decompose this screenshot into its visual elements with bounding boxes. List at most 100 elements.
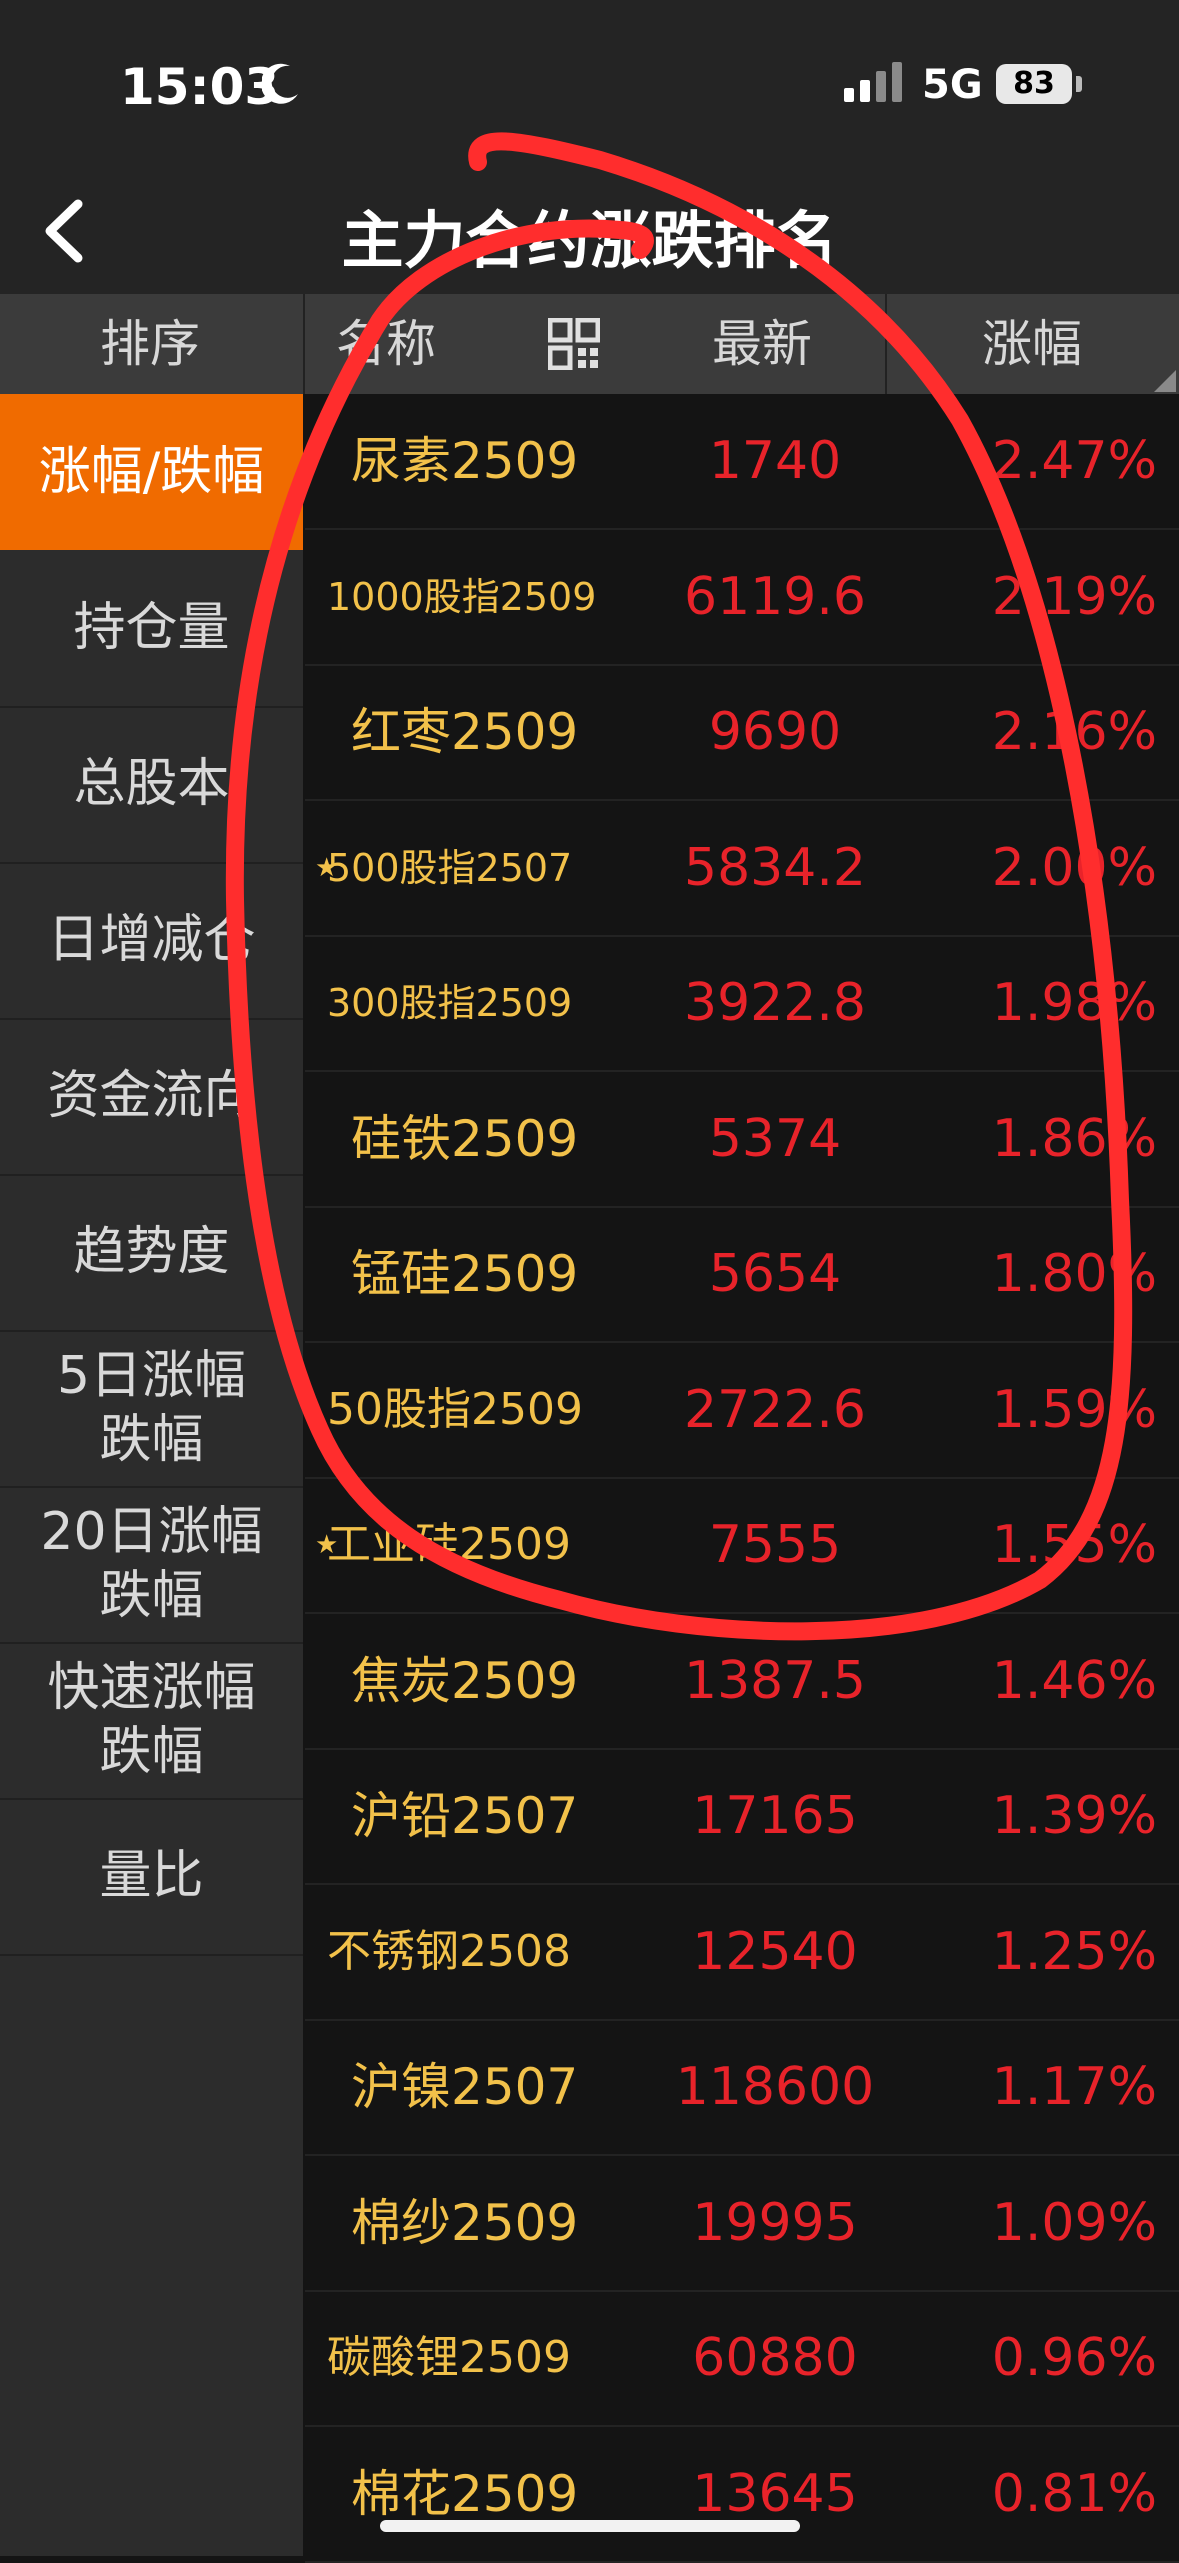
table-row[interactable]: 硅铁2509 5374 1.86% xyxy=(305,1072,1179,1208)
sidebar-item-label: 涨幅/跌幅 xyxy=(38,442,265,502)
sidebar-item-label: 20日涨幅 跌幅 xyxy=(40,1502,263,1626)
change-percent: 2.47% xyxy=(991,431,1157,491)
contract-name: 棉纱2509 xyxy=(351,2193,579,2252)
sidebar-item[interactable]: 持仓量 xyxy=(0,550,303,708)
change-percent: 1.17% xyxy=(991,2057,1157,2117)
change-percent: 1.39% xyxy=(991,1786,1157,1846)
change-percent: 1.09% xyxy=(991,2192,1157,2253)
change-percent: 2.16% xyxy=(991,702,1157,762)
table-row[interactable]: 尿素2509 1740 2.47% xyxy=(305,394,1179,530)
sidebar-item[interactable]: 总股本 xyxy=(0,706,303,864)
sort-sidebar: 涨幅/跌幅持仓量总股本日增减仓资金流向趋势度 5日涨幅 跌幅 20日涨幅 跌幅 快速涨… xyxy=(0,394,303,2556)
latest-price: 3922.8 xyxy=(684,973,866,1033)
latest-price: 6119.6 xyxy=(684,566,866,627)
table-row[interactable]: 不锈钢2508 12540 1.25% xyxy=(305,1885,1179,2021)
grid-layout-icon[interactable] xyxy=(548,318,600,370)
table-row[interactable]: 沪铅2507 17165 1.39% xyxy=(305,1749,1179,1885)
latest-price: 1387.5 xyxy=(684,1650,866,1711)
sidebar-item[interactable]: 快速涨幅 跌幅 xyxy=(0,1642,303,1800)
network-type: 5G xyxy=(922,62,983,108)
battery-icon: 83 xyxy=(996,64,1072,104)
latest-price: 5834.2 xyxy=(684,837,866,898)
change-percent: 2.19% xyxy=(991,566,1157,627)
sidebar-item-label: 资金流向 xyxy=(47,1066,256,1126)
sidebar-item-label: 趋势度 xyxy=(73,1222,230,1282)
contract-name: 硅铁2509 xyxy=(351,1109,579,1168)
table-row[interactable]: 300股指2509 3922.8 1.98% xyxy=(305,936,1179,1072)
latest-price: 12540 xyxy=(692,1921,858,1982)
latest-price: 60880 xyxy=(692,2328,858,2388)
table-row[interactable]: 沪镍2507 118600 1.17% xyxy=(305,2020,1179,2156)
sidebar-item[interactable]: 5日涨幅 跌幅 xyxy=(0,1330,303,1488)
latest-price: 17165 xyxy=(692,1786,858,1846)
battery-level: 83 xyxy=(1013,66,1055,101)
sidebar-item-label: 快速涨幅 跌幅 xyxy=(47,1658,256,1782)
status-time: 15:03 xyxy=(120,58,280,116)
table-row[interactable]: 50股指2509 2722.6 1.59% xyxy=(305,1343,1179,1479)
battery-tip xyxy=(1076,76,1082,92)
column-divider xyxy=(303,294,305,394)
contract-name: 锰硅2509 xyxy=(351,1245,579,1303)
table-row[interactable]: ★ 工业硅2509 7555 1.55% xyxy=(305,1478,1179,1614)
latest-price: 5374 xyxy=(708,1108,842,1169)
sidebar-item-label: 总股本 xyxy=(73,754,230,814)
col-sort: 排序 xyxy=(100,315,200,373)
table-row[interactable]: 锰硅2509 5654 1.80% xyxy=(305,1207,1179,1343)
table-row[interactable]: 1000股指2509 6119.6 2.19% xyxy=(305,530,1179,666)
sidebar-item[interactable]: 资金流向 xyxy=(0,1018,303,1176)
contract-name: 500股指2507 xyxy=(327,845,573,890)
table-row[interactable]: ★ 500股指2507 5834.2 2.00% xyxy=(305,801,1179,937)
latest-price: 2722.6 xyxy=(684,1379,866,1440)
signal-icon xyxy=(844,62,902,102)
change-percent: 1.86% xyxy=(991,1108,1157,1169)
latest-price: 7555 xyxy=(708,1515,842,1575)
contract-name: 不锈钢2508 xyxy=(327,1925,571,1977)
table-row[interactable]: 红枣2509 9690 2.16% xyxy=(305,665,1179,801)
table-row[interactable]: 棉纱2509 19995 1.09% xyxy=(305,2156,1179,2292)
contract-name: 300股指2509 xyxy=(327,981,573,1025)
contract-name: 尿素2509 xyxy=(351,432,579,490)
change-percent: 1.55% xyxy=(991,1515,1157,1575)
contract-name: 沪铅2507 xyxy=(351,1787,579,1845)
latest-price: 1740 xyxy=(708,431,842,491)
latest-price: 13645 xyxy=(692,2463,858,2524)
sidebar-item-label: 日增减仓 xyxy=(47,910,256,970)
change-percent: 2.00% xyxy=(991,837,1157,898)
sidebar-item[interactable]: 趋势度 xyxy=(0,1174,303,1332)
change-percent: 1.25% xyxy=(991,1921,1157,1982)
ranking-table: 尿素2509 1740 2.47% 1000股指2509 6119.6 2.19% 红枣25… xyxy=(305,394,1179,2563)
latest-price: 5654 xyxy=(708,1244,842,1304)
table-row[interactable]: 碳酸锂2509 60880 0.96% xyxy=(305,2291,1179,2427)
sort-corner-icon xyxy=(1154,370,1176,392)
column-divider xyxy=(885,294,887,394)
latest-price: 118600 xyxy=(675,2057,875,2117)
sidebar-item[interactable]: 日增减仓 xyxy=(0,862,303,1020)
contract-name: 红枣2509 xyxy=(351,703,579,761)
table-row[interactable]: 焦炭2509 1387.5 1.46% xyxy=(305,1614,1179,1750)
contract-name: 碳酸锂2509 xyxy=(327,2332,571,2383)
sidebar-item[interactable]: 20日涨幅 跌幅 xyxy=(0,1486,303,1644)
latest-price: 9690 xyxy=(708,702,842,762)
change-percent: 1.98% xyxy=(991,973,1157,1033)
sidebar-item-label: 持仓量 xyxy=(73,598,230,658)
status-bar: 15:03 5G 83 xyxy=(0,0,1179,170)
change-percent: 0.81% xyxy=(991,2463,1157,2524)
latest-price: 19995 xyxy=(692,2192,858,2253)
col-change[interactable]: 涨幅 xyxy=(982,294,1082,394)
sidebar-item[interactable]: 涨幅/跌幅 xyxy=(0,394,303,550)
moon-icon xyxy=(262,63,298,104)
page-title: 主力合约涨跌排名 xyxy=(341,204,838,277)
contract-name: 沪镍2507 xyxy=(351,2058,579,2116)
contract-name: 棉花2509 xyxy=(351,2464,579,2523)
change-percent: 1.46% xyxy=(991,1650,1157,1711)
sidebar-item-label: 量比 xyxy=(99,1846,204,1906)
table-row[interactable]: 棉花2509 13645 0.81% xyxy=(305,2427,1179,2563)
col-name[interactable]: 名称 xyxy=(336,294,436,394)
change-percent: 1.59% xyxy=(991,1379,1157,1440)
contract-name: 工业硅2509 xyxy=(327,1519,571,1570)
col-latest[interactable]: 最新 xyxy=(712,294,812,394)
change-percent: 0.96% xyxy=(991,2328,1157,2388)
change-percent: 1.80% xyxy=(991,1244,1157,1304)
nav-header: 主力合约涨跌排名 xyxy=(0,170,1179,294)
sidebar-item[interactable]: 量比 xyxy=(0,1798,303,1956)
